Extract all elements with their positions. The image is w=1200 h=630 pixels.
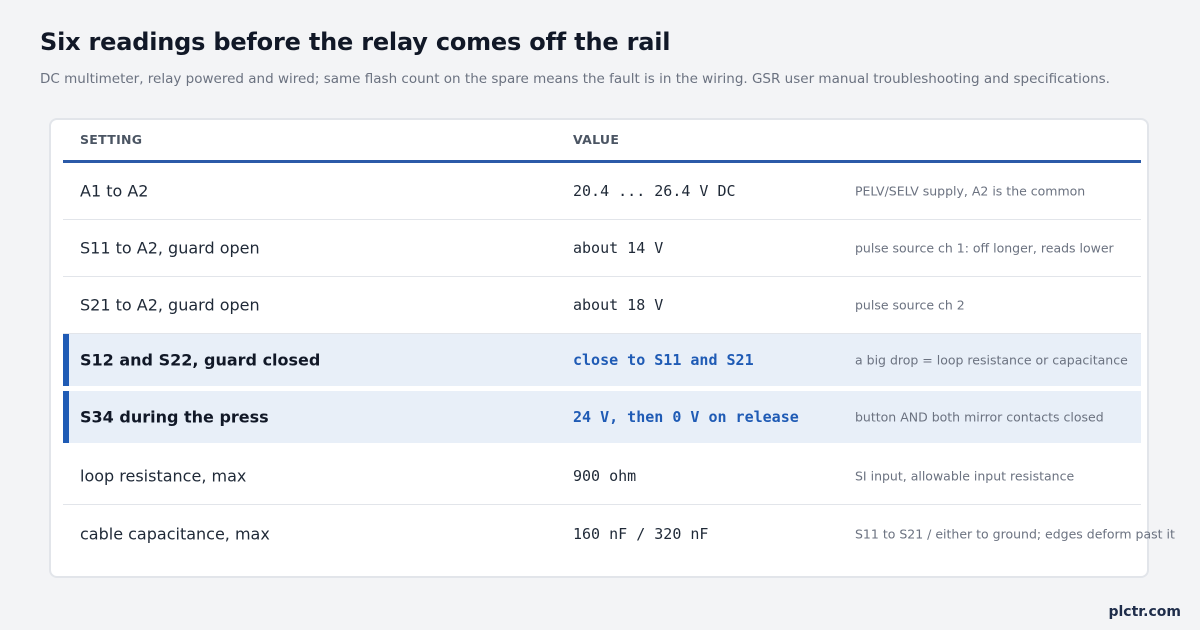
table-row: cable capacitance, max 160 nF / 320 nF S…: [63, 505, 1175, 562]
row-note: button AND both mirror contacts closed: [855, 409, 1104, 425]
table-row: A1 to A2 20.4 ... 26.4 V DC PELV/SELV su…: [63, 163, 1141, 220]
brand-logo: plctr.com: [1108, 604, 1181, 620]
row-value: about 14 V: [573, 239, 664, 257]
row-value: about 18 V: [573, 296, 664, 314]
row-note: S11 to S21 / either to ground; edges def…: [855, 526, 1175, 541]
column-header-setting: SETTING: [80, 132, 143, 147]
table-row: S34 during the press 24 V, then 0 V on r…: [63, 391, 1141, 448]
row-value: close to S11 and S21: [573, 351, 754, 369]
highlight-bar: [63, 334, 69, 386]
table-row: S11 to A2, guard open about 14 V pulse s…: [63, 220, 1141, 277]
row-note: a big drop = loop resistance or capacita…: [855, 352, 1128, 368]
row-note: SI input, allowable input resistance: [855, 468, 1075, 484]
row-setting: A1 to A2: [80, 181, 149, 201]
row-note: PELV/SELV supply, A2 is the common: [855, 183, 1086, 199]
readings-table-card: SETTING VALUE A1 to A2 20.4 ... 26.4 V D…: [49, 118, 1175, 578]
page-subtitle: DC multimeter, relay powered and wired; …: [40, 71, 1110, 87]
table-body: A1 to A2 20.4 ... 26.4 V DC PELV/SELV su…: [63, 163, 1175, 562]
row-setting: S11 to A2, guard open: [80, 238, 260, 258]
row-setting: cable capacitance, max: [80, 524, 270, 543]
row-setting: S21 to A2, guard open: [80, 295, 260, 315]
table-row: S12 and S22, guard closed close to S11 a…: [63, 334, 1141, 391]
row-note: pulse source ch 2: [855, 297, 965, 313]
page-title: Six readings before the relay comes off …: [40, 28, 671, 56]
highlight-bar: [63, 391, 69, 443]
row-value: 160 nF / 320 nF: [573, 524, 709, 543]
column-header-value: VALUE: [573, 132, 620, 147]
table-row: S21 to A2, guard open about 18 V pulse s…: [63, 277, 1141, 334]
row-note: pulse source ch 1: off longer, reads low…: [855, 240, 1114, 256]
row-value: 20.4 ... 26.4 V DC: [573, 182, 736, 200]
row-setting: S12 and S22, guard closed: [80, 350, 321, 370]
table-row: loop resistance, max 900 ohm SI input, a…: [63, 448, 1141, 505]
row-value: 900 ohm: [573, 467, 637, 485]
row-setting: S34 during the press: [80, 407, 269, 427]
table-header: SETTING VALUE: [63, 120, 1141, 163]
row-value: 24 V, then 0 V on release: [573, 408, 799, 426]
row-setting: loop resistance, max: [80, 466, 247, 486]
